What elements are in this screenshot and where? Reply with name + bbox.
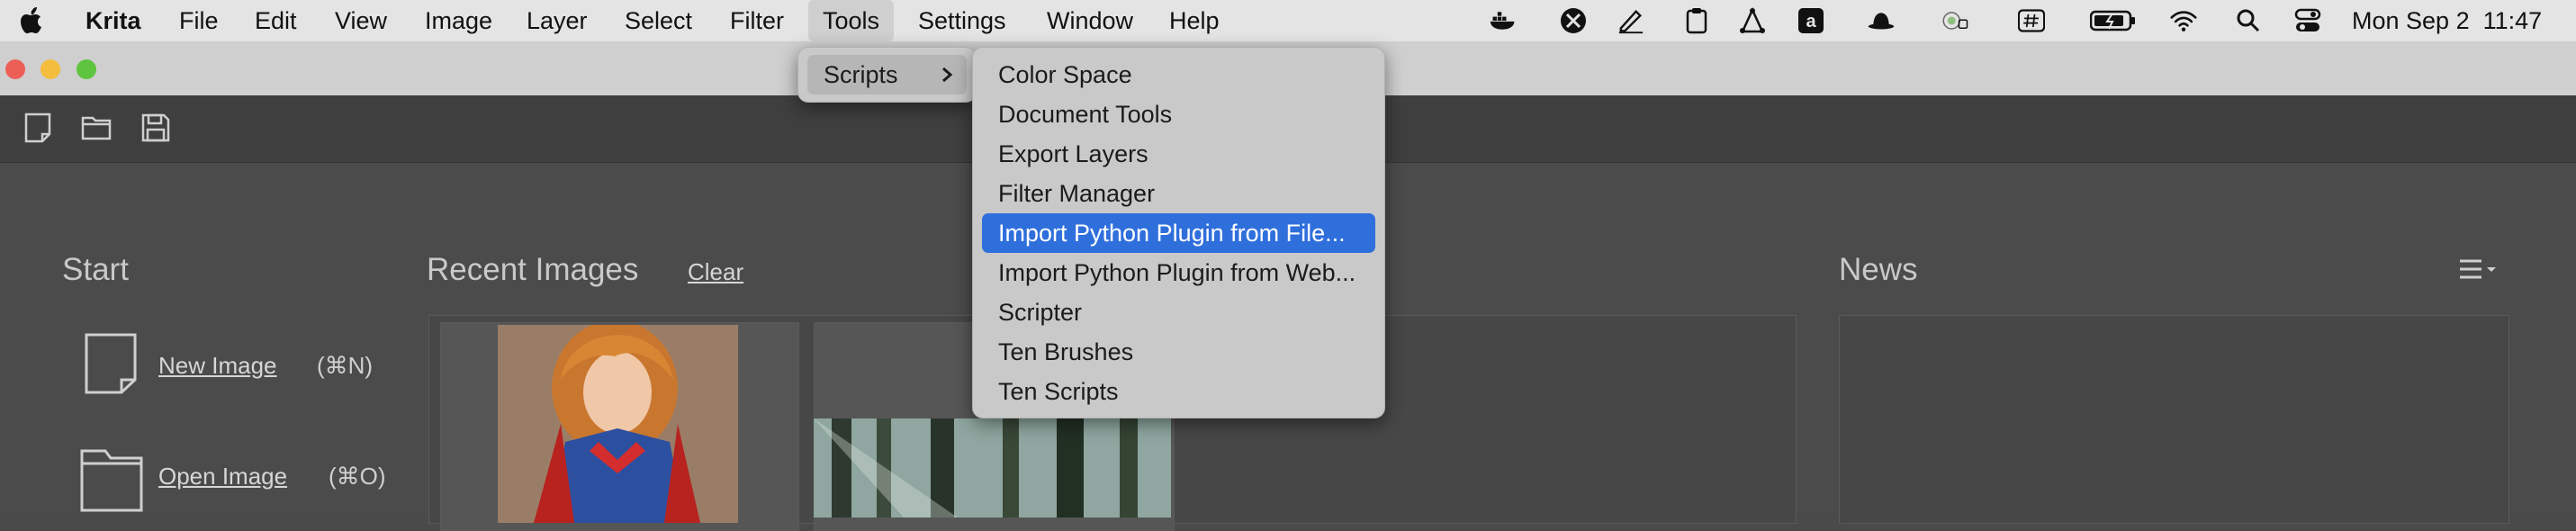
menubar: Krita File Edit View Image Layer Select … [0,0,2576,41]
clear-recent-link[interactable]: Clear [688,258,743,286]
pen-icon[interactable] [1617,7,1644,34]
chevron-right-icon [940,55,954,106]
recent-images-heading: Recent Images [427,252,639,287]
menu-help[interactable]: Help [1169,0,1220,41]
vpn-icon[interactable] [1941,7,1968,34]
menu-item-ten-brushes[interactable]: Ten Brushes [982,332,1375,372]
recent-image-thumbnail[interactable] [814,418,1171,518]
news-heading: News [1839,252,1918,287]
wifi-icon[interactable] [2170,7,2197,34]
menu-layer[interactable]: Layer [527,0,588,41]
menu-tools[interactable]: Tools [808,0,895,41]
menu-item-scripter[interactable]: Scripter [982,292,1375,332]
recent-image-thumbnail[interactable] [498,325,738,523]
tools-menu: Scripts [797,47,977,103]
scripts-submenu: Color Space Document Tools Export Layers… [972,47,1385,418]
menu-window[interactable]: Window [1047,0,1133,41]
hat-icon[interactable] [1868,7,1895,34]
search-icon[interactable] [2235,7,2262,34]
start-heading: Start [62,252,129,287]
clipboard-icon[interactable] [1683,7,1710,34]
menu-item-label: Scripts [824,61,898,88]
menu-view[interactable]: View [335,0,387,41]
svg-text:a: a [1806,12,1816,32]
battery-icon[interactable] [2090,7,2137,34]
app-menu-krita[interactable]: Krita [86,0,141,41]
window-close-button[interactable] [5,59,25,79]
vector-icon[interactable] [1739,7,1766,34]
hash-icon[interactable] [2018,7,2045,34]
menu-item-ten-scripts[interactable]: Ten Scripts [982,372,1375,411]
new-image-link[interactable]: New Image [158,352,277,380]
window-minimize-button[interactable] [41,59,60,79]
menu-item-document-tools[interactable]: Document Tools [982,94,1375,134]
amazon-icon[interactable]: a [1797,7,1824,34]
menu-item-export-layers[interactable]: Export Layers [982,134,1375,174]
open-folder-icon[interactable] [80,112,113,144]
docker-icon[interactable] [1490,7,1517,34]
new-image-icon[interactable] [84,332,138,400]
new-image-shortcut: (⌘N) [317,352,374,379]
krita-plus-icon[interactable] [1560,7,1587,34]
menu-file[interactable]: File [179,0,219,41]
open-image-icon[interactable] [79,444,144,518]
news-panel [1839,315,2509,524]
open-image-link[interactable]: Open Image [158,463,287,490]
menu-item-color-space[interactable]: Color Space [982,55,1375,94]
open-image-shortcut: (⌘O) [329,463,386,490]
clock[interactable]: Mon Sep 2 11:47 [2352,0,2542,41]
new-document-icon[interactable] [22,112,54,144]
menu-settings[interactable]: Settings [918,0,1006,41]
menu-filter[interactable]: Filter [730,0,784,41]
menu-item-filter-manager[interactable]: Filter Manager [982,174,1375,213]
menu-item-import-python-plugin-from-web[interactable]: Import Python Plugin from Web... [982,253,1375,292]
news-menu-icon[interactable] [2458,258,2498,284]
control-center-icon[interactable] [2294,7,2321,34]
apple-icon[interactable] [20,0,45,41]
window-zoom-button[interactable] [77,59,96,79]
menu-item-scripts[interactable]: Scripts [807,55,967,94]
menu-image[interactable]: Image [425,0,492,41]
save-icon[interactable] [140,112,172,144]
menu-item-import-python-plugin-from-file[interactable]: Import Python Plugin from File... [982,213,1375,253]
menu-edit[interactable]: Edit [255,0,297,41]
menu-select[interactable]: Select [625,0,692,41]
